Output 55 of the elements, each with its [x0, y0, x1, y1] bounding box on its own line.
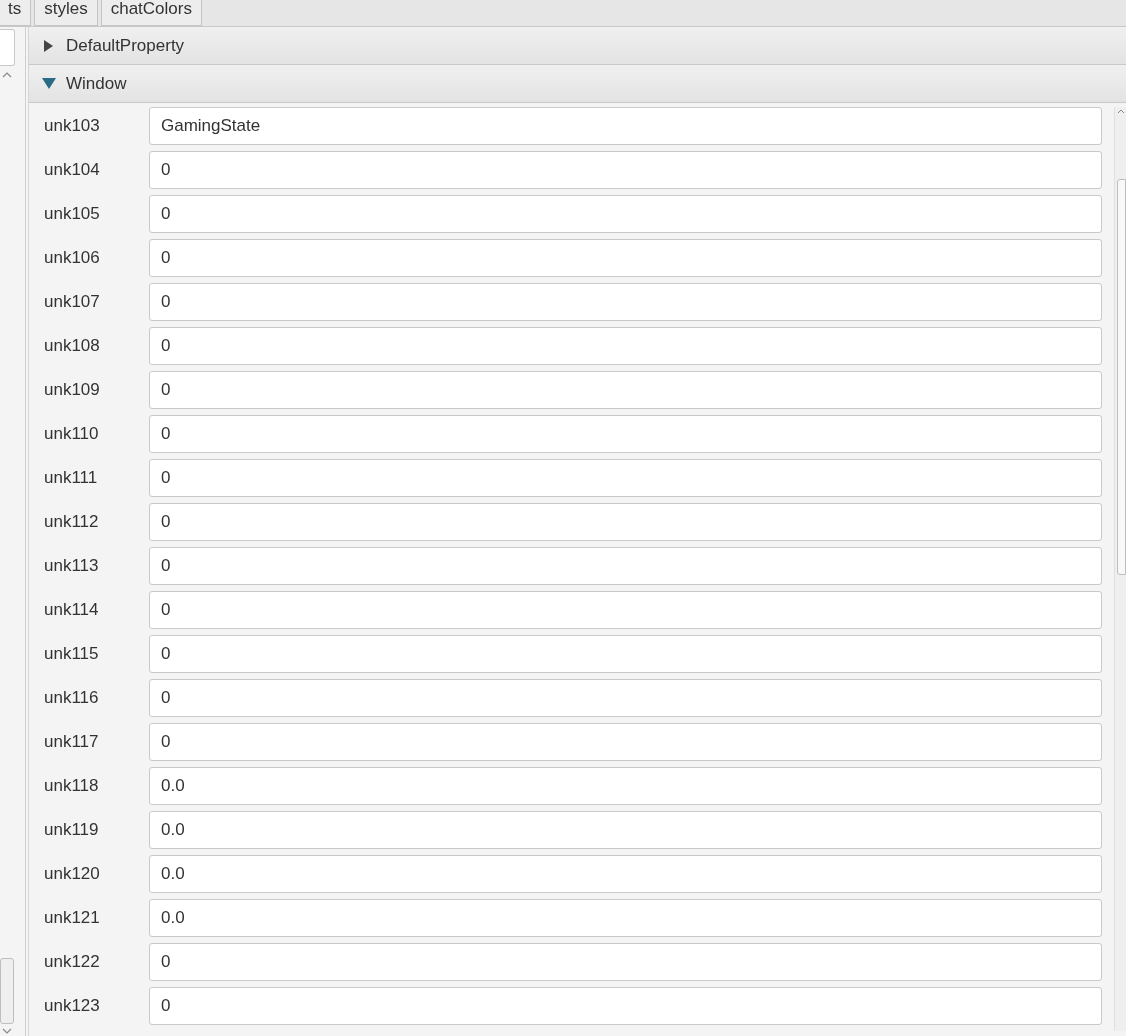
field-label: unk104 [43, 159, 101, 181]
field-label: unk106 [43, 247, 101, 269]
text-field[interactable]: 0 [149, 195, 1102, 233]
field-label: unk105 [43, 203, 101, 225]
field-label: unk103 [43, 115, 101, 137]
field-label: unk122 [43, 951, 101, 973]
field-label: unk118 [43, 775, 100, 797]
text-field[interactable]: 0 [149, 987, 1102, 1025]
section-header[interactable]: Window [29, 65, 1126, 103]
text-field[interactable]: 0 [149, 635, 1102, 673]
text-field[interactable]: GamingState [149, 107, 1102, 145]
text-field[interactable]: 0 [149, 415, 1102, 453]
text-field[interactable]: 0 [149, 943, 1102, 981]
field-label: unk115 [43, 643, 100, 665]
field-label: unk119 [43, 819, 100, 841]
text-field[interactable]: 0 [149, 459, 1102, 497]
collapsed-triangle-icon [44, 39, 53, 52]
text-field[interactable]: 0.0 [149, 899, 1102, 937]
text-field[interactable]: 0 [149, 327, 1102, 365]
text-field[interactable]: 0 [149, 503, 1102, 541]
field-label: unk112 [43, 511, 100, 533]
tab[interactable]: ts [0, 0, 32, 26]
text-field[interactable]: 0 [149, 723, 1102, 761]
field-label: unk121 [43, 907, 101, 929]
text-field[interactable]: 0 [149, 547, 1102, 585]
tab[interactable]: styles [34, 0, 98, 26]
text-field[interactable]: 0.0 [149, 767, 1102, 805]
scroll-up-icon[interactable] [2, 72, 12, 78]
field-label: unk111 [43, 467, 99, 489]
scroll-up-icon[interactable] [1117, 109, 1125, 114]
scroll-down-icon[interactable] [2, 1028, 12, 1034]
field-label: unk109 [43, 379, 101, 401]
field-label: unk114 [43, 599, 100, 621]
tab[interactable]: chatColors [100, 0, 202, 26]
text-field[interactable]: 0 [149, 591, 1102, 629]
field-label: unk108 [43, 335, 101, 357]
text-field[interactable]: 0 [149, 371, 1102, 409]
scrollbar-thumb[interactable] [0, 958, 14, 1024]
field-label: unk110 [43, 423, 100, 445]
scrollbar-thumb[interactable] [1117, 179, 1126, 575]
field-label: unk107 [43, 291, 101, 313]
field-label: unk113 [43, 555, 100, 577]
text-field[interactable]: 0 [149, 151, 1102, 189]
text-field[interactable]: 0 [149, 239, 1102, 277]
field-label: unk117 [43, 731, 100, 753]
expanded-triangle-icon [42, 78, 56, 89]
field-label: unk123 [43, 995, 101, 1017]
text-field[interactable]: 0.0 [149, 811, 1102, 849]
section-header[interactable]: DefaultProperty [29, 27, 1126, 65]
text-field[interactable]: 0 [149, 679, 1102, 717]
text-field[interactable]: 0 [149, 283, 1102, 321]
field-label: unk116 [43, 687, 100, 709]
input-field[interactable] [0, 29, 15, 66]
text-field[interactable]: 0.0 [149, 855, 1102, 893]
field-label: unk120 [43, 863, 101, 885]
